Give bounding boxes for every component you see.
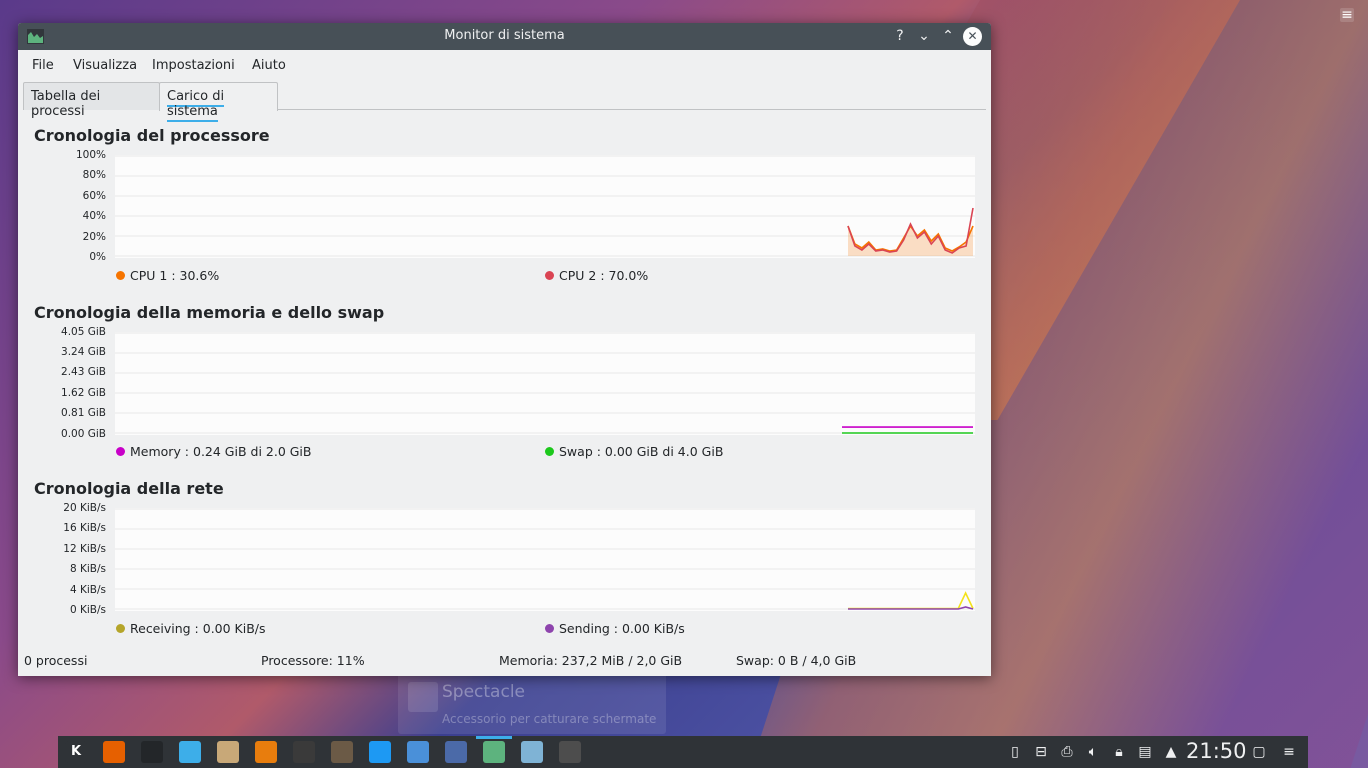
- y-tick: 20%: [82, 231, 106, 243]
- y-tick: 0.00 GiB: [61, 428, 106, 440]
- printer-icon[interactable]: ⎙: [1058, 743, 1076, 761]
- digital-clock[interactable]: 21:50: [1186, 739, 1247, 763]
- menu-help[interactable]: Aiuto: [252, 58, 286, 73]
- terminal-icon[interactable]: [141, 741, 163, 763]
- usb-device-icon[interactable]: ▯: [1006, 743, 1024, 761]
- system-monitor-icon[interactable]: [483, 741, 505, 763]
- y-tick: 60%: [82, 190, 106, 202]
- lock-icon[interactable]: 🔒︎: [1110, 743, 1128, 761]
- tab-process-table[interactable]: Tabella dei processi: [23, 82, 160, 119]
- menu-settings[interactable]: Impostazioni: [152, 58, 235, 73]
- memory-chart-svg: [115, 332, 975, 434]
- status-bar: 0 processi Processore: 11% Memoria: 237,…: [18, 653, 991, 673]
- status-swap: Swap: 0 B / 4,0 GiB: [736, 653, 857, 668]
- clipboard-icon[interactable]: ▤: [1136, 743, 1154, 761]
- spectacle-icon: [408, 682, 438, 712]
- panel-options-icon[interactable]: ≡: [1280, 743, 1298, 761]
- console-icon[interactable]: [559, 741, 581, 763]
- y-tick: 0.81 GiB: [61, 407, 106, 419]
- chromium-icon[interactable]: [407, 741, 429, 763]
- y-tick: 16 KiB/s: [63, 522, 106, 534]
- network-chart-svg: [115, 508, 975, 610]
- y-tick: 100%: [75, 149, 106, 161]
- volume-icon[interactable]: 🔈︎: [1084, 743, 1102, 761]
- legend-label: Memory : 0.24 GiB di 2.0 GiB: [130, 444, 312, 459]
- status-processes: 0 processi: [24, 653, 88, 668]
- screen-icon[interactable]: [521, 741, 543, 763]
- software-store-icon[interactable]: [179, 741, 201, 763]
- desktop-menu-icon[interactable]: ≡: [1340, 8, 1354, 22]
- status-cpu: Processore: 11%: [261, 653, 365, 668]
- y-tick: 8 KiB/s: [69, 563, 106, 575]
- cpu-history-plot: [115, 155, 975, 258]
- expand-tray-icon[interactable]: ▲: [1162, 743, 1180, 761]
- network-history-title: Cronologia della rete: [34, 479, 224, 498]
- blender-icon[interactable]: [255, 741, 277, 763]
- legend-label: Swap : 0.00 GiB di 4.0 GiB: [559, 444, 724, 459]
- taskbar-panel: K ▯ ⊟ ⎙ 🔈︎ 🔒︎ ▤ ▲ 21:50 ▢ ≡: [58, 736, 1308, 768]
- legend-swap: Swap : 0.00 GiB di 4.0 GiB: [545, 444, 723, 459]
- legend-cpu-2: CPU 2 : 70.0%: [545, 268, 648, 283]
- y-tick: 4 KiB/s: [69, 584, 106, 596]
- network-icon[interactable]: ⊟: [1032, 743, 1050, 761]
- notification-subtitle: Accessorio per catturare schermate: [442, 712, 657, 726]
- y-tick: 1.62 GiB: [61, 387, 106, 399]
- legend-label: Sending : 0.00 KiB/s: [559, 621, 685, 636]
- y-tick: 40%: [82, 210, 106, 222]
- y-tick: 0 KiB/s: [69, 604, 106, 616]
- title-bar[interactable]: Monitor di sistema ? ⌄ ⌃ ✕: [18, 23, 991, 50]
- gimp-icon[interactable]: [331, 741, 353, 763]
- legend-dot: [116, 624, 125, 633]
- legend-receiving: Receiving : 0.00 KiB/s: [116, 621, 266, 636]
- memory-history-plot: [115, 332, 975, 435]
- menu-file[interactable]: File: [32, 58, 54, 73]
- close-button[interactable]: ✕: [963, 27, 982, 46]
- menu-view[interactable]: Visualizza: [73, 58, 137, 73]
- y-tick: 2.43 GiB: [61, 366, 106, 378]
- legend-sending: Sending : 0.00 KiB/s: [545, 621, 685, 636]
- system-monitor-window: Monitor di sistema ? ⌄ ⌃ ✕ File Visualiz…: [18, 23, 991, 676]
- window-title: Monitor di sistema: [444, 28, 565, 43]
- status-memory: Memoria: 237,2 MiB / 2,0 GiB: [499, 653, 683, 668]
- legend-dot: [545, 624, 554, 633]
- legend-label: CPU 2 : 70.0%: [559, 268, 649, 283]
- firefox-icon[interactable]: [103, 741, 125, 763]
- tab-label: Tabella dei processi: [31, 89, 101, 119]
- kdenlive-icon[interactable]: [445, 741, 467, 763]
- y-tick: 20 KiB/s: [63, 502, 106, 514]
- show-desktop-icon[interactable]: ▢: [1250, 743, 1268, 761]
- active-task-indicator: [476, 736, 512, 739]
- tab-label: Carico di sistema: [167, 89, 225, 122]
- background-notification: Spectacle Accessorio per catturare scher…: [398, 668, 666, 734]
- legend-dot: [545, 271, 554, 280]
- archive-icon[interactable]: [217, 741, 239, 763]
- legend-memory: Memory : 0.24 GiB di 2.0 GiB: [116, 444, 311, 459]
- application-launcher-icon[interactable]: K: [65, 741, 87, 763]
- help-button[interactable]: ?: [891, 27, 909, 45]
- network-history-plot: [115, 508, 975, 611]
- tab-system-load[interactable]: Carico di sistema: [159, 82, 278, 122]
- menu-bar: File Visualizza Impostazioni Aiuto: [18, 50, 991, 80]
- inkscape-icon[interactable]: [293, 741, 315, 763]
- legend-label: Receiving : 0.00 KiB/s: [130, 621, 266, 636]
- legend-dot: [545, 447, 554, 456]
- y-tick: 3.24 GiB: [61, 346, 106, 358]
- legend-cpu-1: CPU 1 : 30.6%: [116, 268, 219, 283]
- cpu-chart-svg: [115, 155, 975, 257]
- y-tick: 0%: [89, 251, 106, 263]
- notification-title: Spectacle: [442, 682, 525, 702]
- memory-history-title: Cronologia della memoria e dello swap: [34, 303, 385, 322]
- tab-bar: Tabella dei processi Carico di sistema: [23, 82, 986, 122]
- cpu-history-title: Cronologia del processore: [34, 126, 270, 145]
- y-tick: 12 KiB/s: [63, 543, 106, 555]
- y-tick: 80%: [82, 169, 106, 181]
- y-tick: 4.05 GiB: [61, 326, 106, 338]
- legend-label: CPU 1 : 30.6%: [130, 268, 220, 283]
- legend-dot: [116, 271, 125, 280]
- minimize-button[interactable]: ⌄: [915, 27, 933, 45]
- series-line-receiving: [848, 591, 974, 610]
- maximize-button[interactable]: ⌃: [939, 27, 957, 45]
- legend-dot: [116, 447, 125, 456]
- file-manager-icon[interactable]: [369, 741, 391, 763]
